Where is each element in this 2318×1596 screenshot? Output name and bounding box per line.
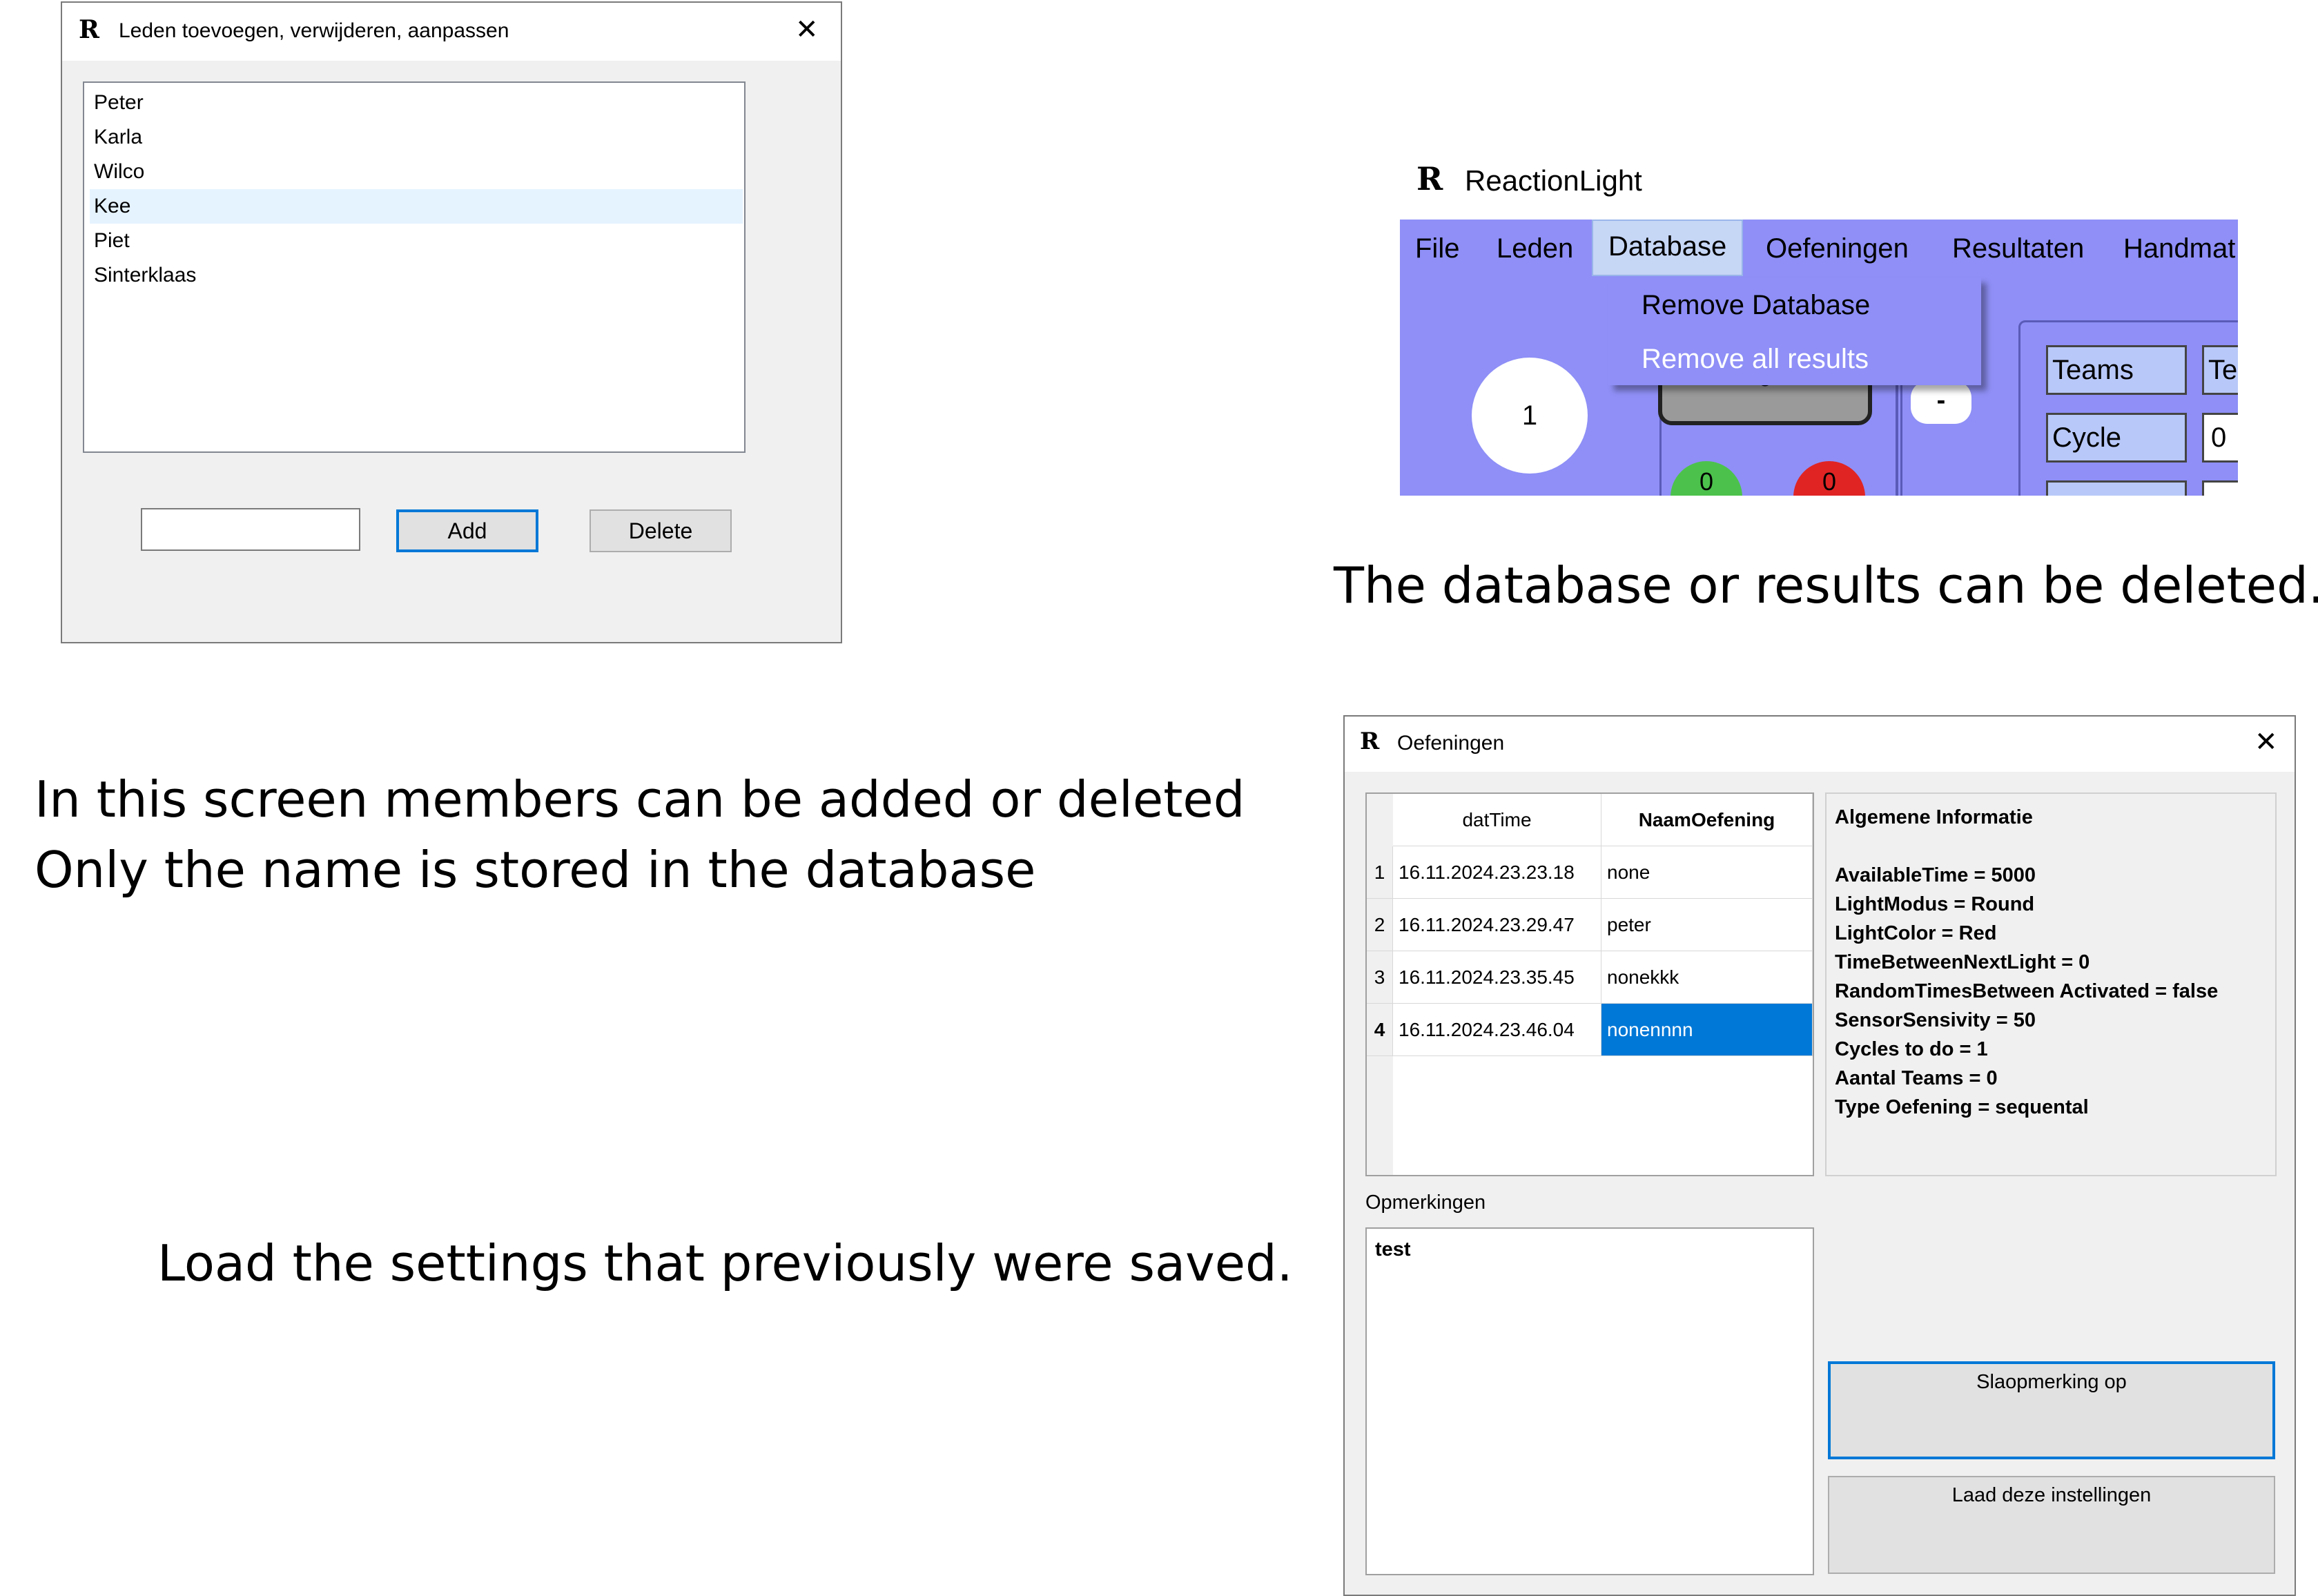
app-logo-icon: R	[79, 15, 99, 44]
app-logo-icon: R	[1360, 728, 1380, 755]
reactionlight-title: ReactionLight	[1465, 164, 1642, 197]
column-header-naamoefening[interactable]: NaamOefening	[1601, 794, 1813, 846]
members-window: R Leden toevoegen, verwijderen, aanpasse…	[61, 1, 842, 643]
info-title: Algemene Informatie	[1835, 806, 2033, 828]
teams-label: Teams	[2046, 345, 2187, 395]
load-caption: Load the settings that previously were s…	[157, 1234, 1293, 1292]
members-window-titlebar: R Leden toevoegen, verwijderen, aanpasse…	[62, 3, 841, 61]
close-icon[interactable]: ✕	[2254, 726, 2278, 758]
cycle-field[interactable]: 0	[2202, 413, 2238, 463]
table-cell-naam-selected[interactable]: nonennnn	[1601, 1004, 1813, 1056]
members-listbox[interactable]: Peter Karla Wilco Kee Piet Sinterklaas	[83, 81, 746, 453]
light-number-circle: 1	[1472, 358, 1588, 474]
remove-database-menu-item[interactable]: Remove Database	[1642, 290, 1870, 321]
info-line: SensorSensivity = 50	[1835, 1009, 2036, 1031]
table-cell-dattime[interactable]: 16.11.2024.23.23.18	[1393, 846, 1601, 899]
column-header-dattime[interactable]: datTime	[1393, 794, 1601, 846]
save-remark-button[interactable]: Slaopmerking op	[1828, 1361, 2275, 1459]
database-dropdown-menu: Remove Database Remove all results	[1608, 278, 1981, 385]
menu-resultaten[interactable]: Resultaten	[1952, 220, 2084, 278]
remarks-textarea[interactable]: test	[1365, 1227, 1814, 1575]
list-item-selected[interactable]: Kee	[90, 189, 743, 224]
menu-leden[interactable]: Leden	[1497, 220, 1573, 278]
oefeningen-grid: datTime NaamOefening 1 16.11.2024.23.23.…	[1365, 792, 1814, 1176]
info-line: Aantal Teams = 0	[1835, 1067, 1998, 1089]
info-line: RandomTimesBetween Activated = false	[1835, 980, 2219, 1002]
list-item[interactable]: Sinterklaas	[90, 258, 743, 293]
reactionlight-window: File Leden Database Oefeningen Resultate…	[1400, 220, 2238, 496]
members-window-title: Leden toevoegen, verwijderen, aanpassen	[119, 19, 509, 42]
members-caption-line1: In this screen members can be added or d…	[35, 770, 1245, 828]
teams-field[interactable]: Te	[2202, 345, 2238, 395]
next-setting-label	[2046, 480, 2187, 496]
oefeningen-window: R Oefeningen ✕ datTime NaamOefening 1 16…	[1343, 715, 2296, 1596]
info-line: Type Oefening = sequental	[1835, 1096, 2089, 1118]
next-setting-field[interactable]	[2202, 480, 2238, 496]
row-number: 3	[1367, 951, 1393, 1004]
oefeningen-window-titlebar: R Oefeningen ✕	[1345, 717, 2295, 772]
table-cell-naam[interactable]: peter	[1601, 899, 1813, 951]
remarks-text: test	[1375, 1238, 1411, 1261]
menu-file[interactable]: File	[1415, 220, 1459, 278]
list-item[interactable]: Karla	[90, 120, 743, 155]
delete-button[interactable]: Delete	[590, 509, 732, 552]
info-line: AvailableTime = 5000	[1835, 864, 2036, 886]
members-caption-line2: Only the name is stored in the database	[35, 841, 1036, 899]
table-cell-naam[interactable]: none	[1601, 846, 1813, 899]
menu-handmatig[interactable]: Handmat	[2123, 220, 2235, 278]
menu-database[interactable]: Database	[1592, 220, 1744, 276]
close-icon[interactable]: ✕	[795, 14, 819, 46]
oefeningen-window-title: Oefeningen	[1397, 732, 1505, 755]
minus-button[interactable]: -	[1911, 381, 1971, 424]
add-button[interactable]: Add	[396, 509, 538, 552]
app-logo-icon: R	[1416, 160, 1443, 197]
menu-oefeningen[interactable]: Oefeningen	[1766, 220, 1909, 278]
info-line: TimeBetweenNextLight = 0	[1835, 951, 2090, 973]
table-cell-naam[interactable]: nonekkk	[1601, 951, 1813, 1004]
load-settings-button[interactable]: Laad deze instellingen	[1828, 1476, 2275, 1574]
table-cell-dattime[interactable]: 16.11.2024.23.35.45	[1393, 951, 1601, 1004]
row-number-selected: 4	[1367, 1004, 1393, 1056]
list-item[interactable]: Piet	[90, 224, 743, 258]
info-line: Cycles to do = 1	[1835, 1038, 1988, 1060]
row-number: 2	[1367, 899, 1393, 951]
remove-all-results-menu-item[interactable]: Remove all results	[1642, 344, 1869, 375]
table-cell-dattime[interactable]: 16.11.2024.23.46.04	[1393, 1004, 1601, 1056]
info-line: LightColor = Red	[1835, 922, 1997, 944]
list-item[interactable]: Wilco	[90, 155, 743, 189]
cycle-label: Cycle	[2046, 413, 2187, 463]
member-name-input[interactable]	[141, 508, 360, 551]
list-item[interactable]: Peter	[90, 86, 743, 120]
info-panel: Algemene Informatie AvailableTime = 5000…	[1825, 792, 2277, 1176]
info-line: LightModus = Round	[1835, 893, 2035, 915]
remarks-label: Opmerkingen	[1365, 1191, 1486, 1214]
table-cell-dattime[interactable]: 16.11.2024.23.29.47	[1393, 899, 1601, 951]
row-number: 1	[1367, 846, 1393, 899]
database-caption: The database or results can be deleted.	[1334, 556, 2318, 614]
